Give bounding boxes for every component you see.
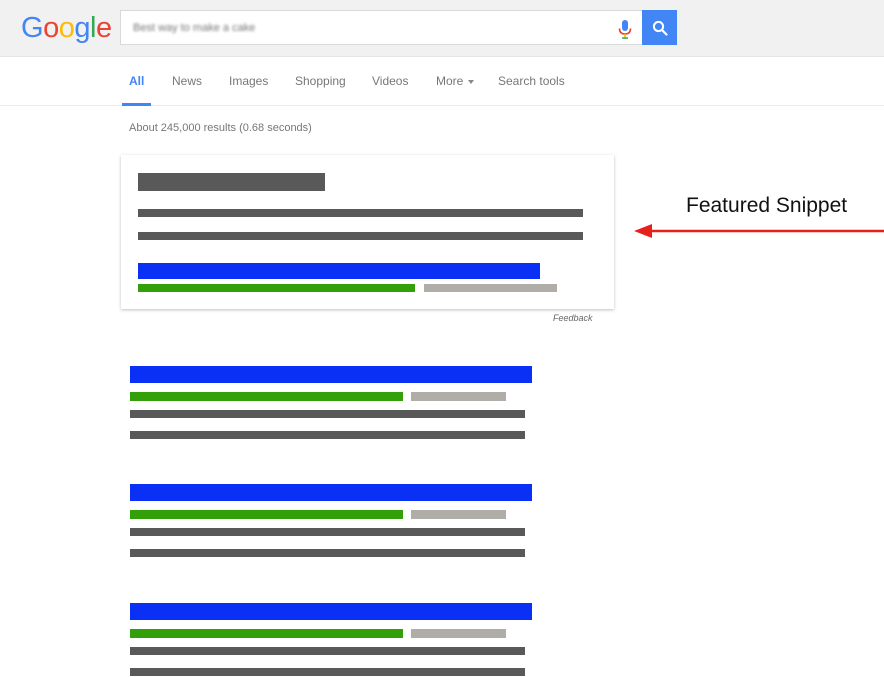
result-title-placeholder[interactable] xyxy=(130,603,532,620)
active-tab-indicator xyxy=(122,103,151,106)
result-title-placeholder[interactable] xyxy=(130,484,532,501)
logo-letter: G xyxy=(21,12,44,44)
logo-letter: o xyxy=(43,12,59,44)
mic-icon[interactable] xyxy=(617,19,633,39)
result-stats: About 245,000 results (0.68 seconds) xyxy=(129,122,312,134)
google-logo[interactable]: Google xyxy=(21,11,112,45)
snippet-text-placeholder xyxy=(138,232,583,240)
annotation-label: Featured Snippet xyxy=(686,194,848,217)
result-title-placeholder[interactable] xyxy=(130,366,532,383)
tab-more-label: More xyxy=(436,74,464,88)
snippet-heading-placeholder xyxy=(138,173,325,191)
result-meta-placeholder xyxy=(411,392,506,401)
tab-images[interactable]: Images xyxy=(229,74,268,88)
snippet-url-placeholder xyxy=(138,284,415,292)
result-snippet-placeholder xyxy=(130,528,525,536)
result-snippet-placeholder xyxy=(130,549,525,557)
caret-down-icon xyxy=(468,79,475,84)
tab-search-tools[interactable]: Search tools xyxy=(498,74,565,88)
snippet-text-placeholder xyxy=(138,209,583,217)
result-snippet-placeholder xyxy=(130,410,525,418)
arrow-left-icon xyxy=(634,224,884,238)
search-results-page: Google All News Images Shopping Videos M… xyxy=(0,0,884,677)
search-input[interactable] xyxy=(133,11,603,44)
logo-letter: g xyxy=(74,12,90,44)
result-snippet-placeholder xyxy=(130,668,525,676)
header: Google xyxy=(0,0,884,57)
search-button[interactable] xyxy=(642,10,677,45)
logo-letter: o xyxy=(58,12,75,44)
search-tabs: All News Images Shopping Videos More Sea… xyxy=(0,58,884,106)
result-meta-placeholder xyxy=(411,629,506,638)
featured-snippet-card xyxy=(121,155,614,309)
tab-shopping[interactable]: Shopping xyxy=(295,74,346,88)
snippet-title-link-placeholder[interactable] xyxy=(138,263,540,279)
result-snippet-placeholder xyxy=(130,647,525,655)
search-box xyxy=(120,10,642,45)
search-icon xyxy=(652,20,668,36)
feedback-link[interactable]: Feedback xyxy=(553,313,593,323)
tab-videos[interactable]: Videos xyxy=(372,74,408,88)
result-url-placeholder xyxy=(130,629,403,638)
tab-news[interactable]: News xyxy=(172,74,202,88)
snippet-meta-placeholder xyxy=(424,284,557,292)
tab-all[interactable]: All xyxy=(129,74,144,88)
result-meta-placeholder xyxy=(411,510,506,519)
result-url-placeholder xyxy=(130,510,403,519)
tab-more[interactable]: More xyxy=(436,74,475,88)
result-url-placeholder xyxy=(130,392,403,401)
logo-letter: e xyxy=(95,12,112,44)
result-snippet-placeholder xyxy=(130,431,525,439)
